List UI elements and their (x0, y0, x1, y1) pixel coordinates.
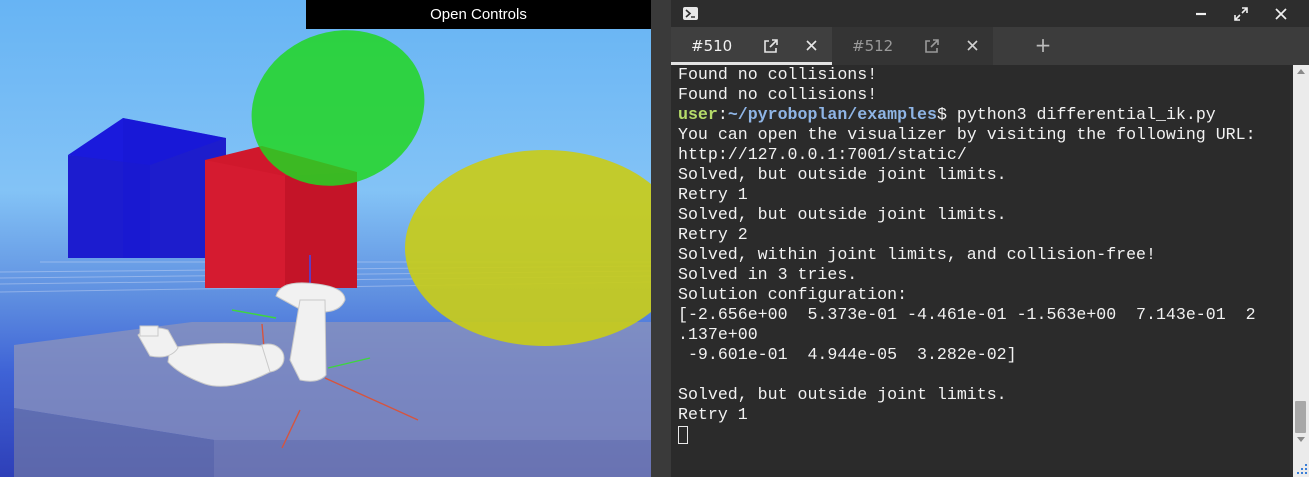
tab-510[interactable]: #510 (671, 27, 832, 65)
input-line[interactable] (678, 425, 1293, 445)
output-line: .137e+00 (678, 325, 758, 344)
open-controls-button[interactable]: Open Controls (306, 0, 651, 29)
powershell-icon (683, 7, 698, 20)
tab-label: #512 (852, 37, 894, 55)
output-line: Solved, within joint limits, and collisi… (678, 245, 1156, 264)
minimize-icon (1196, 12, 1206, 16)
prompt-user: user (678, 105, 718, 124)
output-line: Found no collisions! (678, 85, 878, 104)
close-window-button[interactable] (1261, 0, 1301, 27)
output-line: Solution configuration: (678, 285, 908, 304)
text-cursor (678, 425, 688, 444)
terminal-output[interactable]: Found no collisions! Found no collisions… (671, 65, 1293, 477)
terminal-window: #510 #512 + Found no collisions! Found n… (671, 0, 1309, 477)
scrollbar-thumb[interactable] (1295, 401, 1306, 433)
prompt-path: ~/pyroboplan/examples (727, 105, 937, 124)
output-line: Retry 1 (678, 405, 748, 424)
popout-icon[interactable] (924, 38, 940, 54)
3d-scene (0, 30, 651, 477)
3d-visualizer-viewport[interactable]: Open Controls (0, 0, 651, 477)
command-text: python3 differential_ik.py (946, 105, 1216, 124)
output-line: Found no collisions! (678, 65, 878, 84)
close-tab-icon[interactable] (966, 39, 979, 52)
new-tab-button[interactable]: + (1033, 35, 1053, 56)
output-line: http://127.0.0.1:7001/static/ (678, 145, 967, 164)
output-line: Solved, but outside joint limits. (678, 205, 1007, 224)
prompt-line: user:~/pyroboplan/examples$ python3 diff… (678, 105, 1293, 125)
popout-icon[interactable] (763, 38, 779, 54)
prompt-symbol: $ (936, 105, 947, 124)
maximize-button[interactable] (1221, 0, 1261, 27)
tab-label: #510 (691, 37, 733, 55)
prompt-separator: : (717, 105, 728, 124)
output-line: -9.601e-01 4.944e-05 3.282e-02] (678, 345, 1017, 364)
yellow-sphere (405, 150, 651, 346)
output-line: Retry 2 (678, 225, 748, 244)
output-line: Solved, but outside joint limits. (678, 385, 1007, 404)
scroll-down-arrow-icon[interactable] (1297, 437, 1305, 442)
pane-divider[interactable] (651, 0, 671, 477)
tab-512[interactable]: #512 (832, 27, 993, 65)
vertical-scrollbar[interactable] (1293, 65, 1309, 477)
scroll-up-arrow-icon[interactable] (1297, 69, 1305, 74)
resize-grip-icon[interactable] (1295, 462, 1309, 476)
close-icon (1275, 8, 1287, 20)
close-tab-icon[interactable] (805, 39, 818, 52)
title-bar[interactable] (671, 0, 1309, 27)
maximize-icon (1234, 7, 1248, 21)
output-line: Retry 1 (678, 185, 748, 204)
output-line: You can open the visualizer by visiting … (678, 125, 1256, 144)
tab-bar: #510 #512 + (671, 27, 1309, 65)
minimize-button[interactable] (1181, 0, 1221, 27)
output-line: Solved in 3 tries. (678, 265, 858, 284)
output-line: Solved, but outside joint limits. (678, 165, 1007, 184)
blue-box (68, 118, 226, 258)
output-line: [-2.656e+00 5.373e-01 -4.461e-01 -1.563e… (678, 305, 1256, 324)
